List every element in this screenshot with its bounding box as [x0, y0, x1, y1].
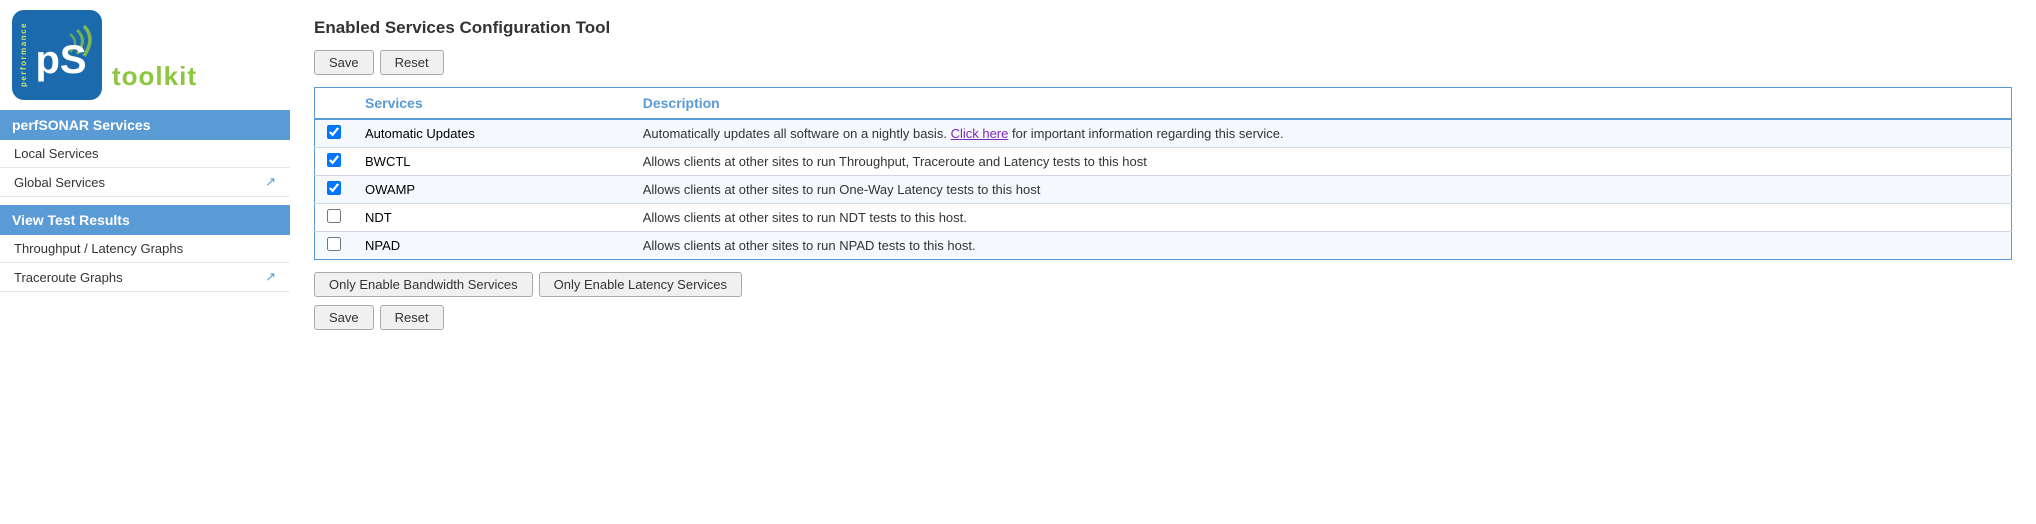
service-desc-cell: Allows clients at other sites to run NDT… — [631, 204, 2012, 232]
services-col-checkbox-header — [315, 88, 354, 120]
service-checkbox-ndt[interactable] — [327, 209, 341, 223]
table-row: NPADAllows clients at other sites to run… — [315, 232, 2012, 260]
service-name-cell: NPAD — [353, 232, 631, 260]
top-reset-button[interactable]: Reset — [380, 50, 444, 75]
sidebar-item-throughput-latency[interactable]: Throughput / Latency Graphs — [0, 235, 290, 263]
service-desc-cell: Allows clients at other sites to run Thr… — [631, 148, 2012, 176]
table-row: OWAMPAllows clients at other sites to ru… — [315, 176, 2012, 204]
service-checkbox-owamp[interactable] — [327, 181, 341, 195]
table-row: Automatic UpdatesAutomatically updates a… — [315, 119, 2012, 148]
bottom-save-reset-row: Save Reset — [314, 305, 2012, 330]
service-desc-cell: Allows clients at other sites to run NPA… — [631, 232, 2012, 260]
top-save-button[interactable]: Save — [314, 50, 374, 75]
services-col-name-header: Services — [353, 88, 631, 120]
service-name-cell: NDT — [353, 204, 631, 232]
bottom-quick-button-row: Only Enable Bandwidth Services Only Enab… — [314, 272, 2012, 297]
service-name-cell: BWCTL — [353, 148, 631, 176]
bottom-save-button[interactable]: Save — [314, 305, 374, 330]
external-link-icon: ↗ — [265, 174, 276, 190]
global-services-label: Global Services — [14, 175, 105, 190]
services-table: Services Description Automatic UpdatesAu… — [314, 87, 2012, 260]
toolkit-label: toolkit — [112, 61, 197, 100]
service-checkbox-automatic updates[interactable] — [327, 125, 341, 139]
services-col-desc-header: Description — [631, 88, 2012, 120]
click-here-link[interactable]: Click here — [951, 126, 1009, 141]
logo-area: performance pS toolkit — [0, 0, 290, 110]
traceroute-label: Traceroute Graphs — [14, 270, 123, 285]
sidebar-item-global-services[interactable]: Global Services ↗ — [0, 168, 290, 197]
top-button-row: Save Reset — [314, 50, 2012, 75]
service-desc-cell: Automatically updates all software on a … — [631, 119, 2012, 148]
table-row: NDTAllows clients at other sites to run … — [315, 204, 2012, 232]
service-checkbox-npad[interactable] — [327, 237, 341, 251]
bottom-reset-button[interactable]: Reset — [380, 305, 444, 330]
local-services-label: Local Services — [14, 146, 99, 161]
sidebar-item-local-services[interactable]: Local Services — [0, 140, 290, 168]
service-desc-cell: Allows clients at other sites to run One… — [631, 176, 2012, 204]
ps-logo-text: pS — [35, 40, 86, 80]
service-checkbox-bwctl[interactable] — [327, 153, 341, 167]
logo-box: performance pS — [12, 10, 102, 100]
table-row: BWCTLAllows clients at other sites to ru… — [315, 148, 2012, 176]
only-latency-button[interactable]: Only Enable Latency Services — [539, 272, 742, 297]
sidebar: performance pS toolkit perfSONAR Service… — [0, 0, 290, 524]
main-content: Enabled Services Configuration Tool Save… — [290, 0, 2036, 524]
view-results-section-header: View Test Results — [0, 205, 290, 235]
sidebar-item-traceroute[interactable]: Traceroute Graphs ↗ — [0, 263, 290, 292]
service-name-cell: Automatic Updates — [353, 119, 631, 148]
only-bandwidth-button[interactable]: Only Enable Bandwidth Services — [314, 272, 533, 297]
service-name-cell: OWAMP — [353, 176, 631, 204]
throughput-latency-label: Throughput / Latency Graphs — [14, 241, 183, 256]
traceroute-external-link-icon: ↗ — [265, 269, 276, 285]
page-title: Enabled Services Configuration Tool — [314, 18, 2012, 38]
performance-label: performance — [19, 22, 28, 87]
perfsonar-section-header: perfSONAR Services — [0, 110, 290, 140]
